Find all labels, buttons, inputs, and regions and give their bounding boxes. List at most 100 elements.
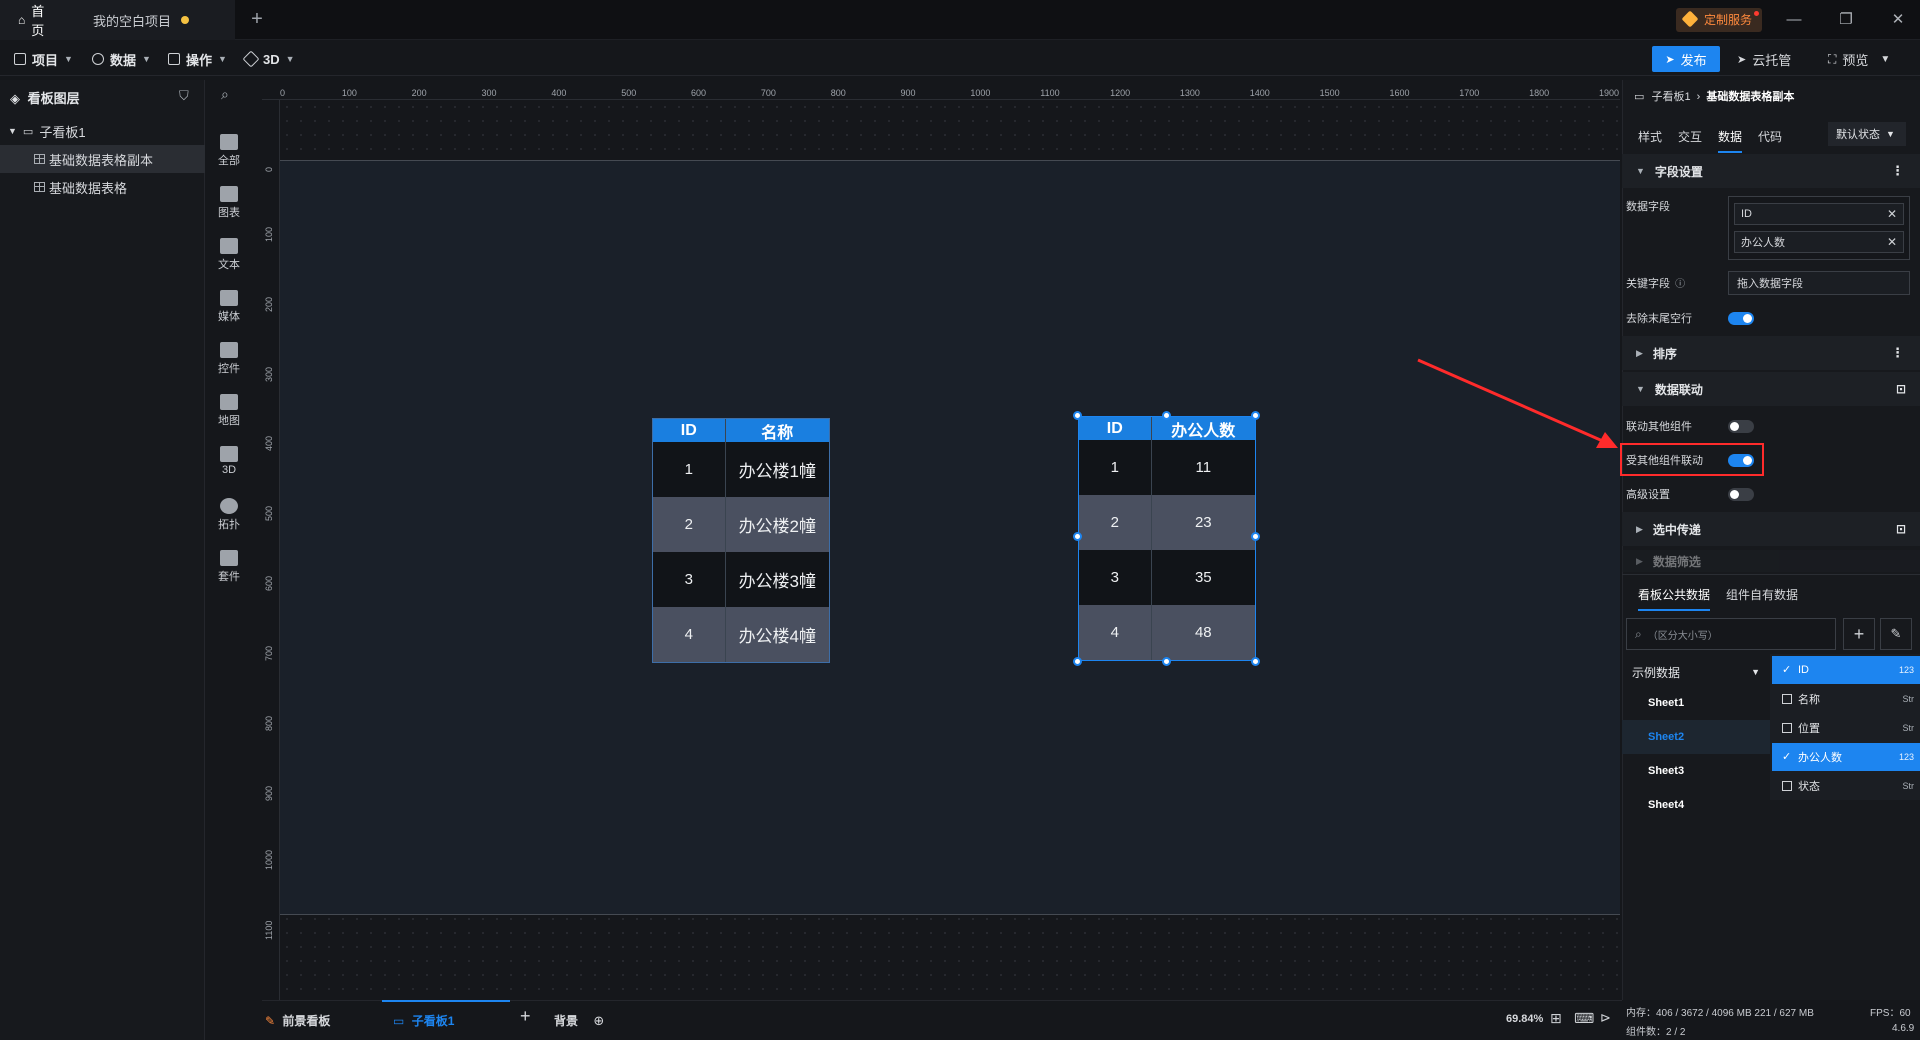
column-item[interactable]: 名称 Str — [1772, 685, 1920, 713]
add-data-button[interactable]: + — [1843, 618, 1875, 650]
column-item[interactable]: ✓ ID 123 — [1772, 656, 1920, 684]
menu-data[interactable]: 数据 ▼ — [92, 48, 151, 70]
terminal-icon[interactable]: ⊳ — [1600, 1010, 1611, 1026]
section-data-filter[interactable]: ▶ 数据筛选 — [1622, 550, 1920, 572]
menu-project[interactable]: 项目 ▼ — [14, 48, 73, 70]
keyboard-icon[interactable]: ⌨ — [1574, 1010, 1594, 1027]
ruler-tick-label: 1700 — [1459, 88, 1480, 98]
category-chart[interactable]: 图表 — [207, 186, 251, 220]
tab-project[interactable]: 我的空白项目 — [75, 0, 235, 40]
fit-screen-icon[interactable]: ⊞ — [1550, 1010, 1562, 1027]
sheet-item[interactable]: Sheet4 — [1622, 788, 1770, 822]
minimize-button[interactable]: — — [1782, 8, 1806, 32]
resize-handle[interactable] — [1073, 532, 1082, 541]
resize-handle[interactable] — [1251, 411, 1260, 420]
resize-handle[interactable] — [1073, 411, 1082, 420]
category-text[interactable]: 文本 — [207, 238, 251, 272]
tab-code[interactable]: 代码 — [1758, 128, 1782, 145]
add-tab-button[interactable]: + — [245, 8, 269, 32]
restore-button[interactable]: ❐ — [1834, 8, 1858, 32]
sheet-item[interactable]: Sheet1 — [1622, 686, 1770, 720]
caret-right-icon: ▶ — [1636, 523, 1643, 534]
state-select[interactable]: 默认状态 ▼ — [1828, 122, 1906, 146]
layer-item-table[interactable]: 基础数据表格 — [0, 173, 205, 201]
dataset-select[interactable]: 示例数据 ▼ — [1626, 660, 1766, 684]
lock-icon[interactable]: ⊡ — [1896, 382, 1906, 396]
layer-item-table-copy[interactable]: 基础数据表格副本 — [0, 145, 205, 173]
ruler-tick-label: 400 — [551, 88, 567, 98]
cloud-host-button[interactable]: ➤ 云托管 — [1737, 46, 1791, 72]
key-field-dropzone[interactable]: 拖入数据字段 — [1728, 271, 1910, 295]
tab-own-data[interactable]: 组件自有数据 — [1726, 586, 1798, 603]
board-canvas[interactable] — [280, 160, 1620, 915]
data-table-original[interactable]: ID 名称 1 办公楼1幢 2 办公楼2幢 3 办公楼3幢 4 办公楼4幢 — [652, 418, 830, 663]
tab-interaction[interactable]: 交互 — [1678, 128, 1702, 145]
filter-icon[interactable]: ⛉ — [179, 88, 189, 104]
caret-down-icon: ▼ — [1636, 384, 1645, 394]
help-icon[interactable]: ⓘ — [1675, 279, 1685, 290]
remove-icon[interactable]: ✕ — [1887, 235, 1897, 249]
ruler-tick-label: 1600 — [1389, 88, 1410, 98]
category-topology[interactable]: 拓扑 — [207, 498, 251, 532]
data-field-chip[interactable]: 办公人数 ✕ — [1734, 231, 1904, 253]
lock-icon[interactable]: ⊡ — [1896, 522, 1906, 536]
category-3d[interactable]: 3D — [207, 446, 251, 476]
column-item[interactable]: 状态 Str — [1772, 772, 1920, 800]
column-item[interactable]: 位置 Str — [1772, 714, 1920, 742]
more-icon[interactable]: ⋮ — [1891, 163, 1904, 179]
category-all[interactable]: 全部 — [207, 134, 251, 168]
category-media[interactable]: 媒体 — [207, 290, 251, 324]
tab-home[interactable]: ⌂ 首页 — [0, 0, 75, 40]
resize-handle[interactable] — [1251, 532, 1260, 541]
ruler-tick-label: 1500 — [1319, 88, 1340, 98]
section-selected-pass[interactable]: ▶ 选中传递 ⊡ — [1622, 512, 1920, 546]
tab-style[interactable]: 样式 — [1638, 128, 1662, 145]
add-board-button[interactable]: + — [520, 1006, 531, 1027]
link-other-label: 联动其他组件 — [1626, 421, 1692, 433]
resize-handle[interactable] — [1162, 657, 1171, 666]
search-input[interactable]: ⌕ （区分大小写） — [1626, 618, 1836, 650]
category-kit[interactable]: 套件 — [207, 550, 251, 584]
section-sort[interactable]: ▶ 排序 ⋮ — [1622, 336, 1920, 370]
table-cell: 1 — [653, 442, 726, 497]
data-field-chip[interactable]: ID ✕ — [1734, 203, 1904, 225]
menu-operation[interactable]: 操作 ▼ — [168, 48, 227, 70]
resize-handle[interactable] — [1073, 657, 1082, 666]
layer-panel-title: ◈ 看板图层 — [10, 88, 80, 107]
layer-group-row[interactable]: ▼ ▭ 子看板1 — [0, 117, 205, 145]
sheet-item[interactable]: Sheet2 — [1622, 720, 1770, 754]
publish-button[interactable]: ➤ 发布 — [1652, 46, 1720, 72]
section-field-settings[interactable]: ▼ 字段设置 ⋮ — [1622, 154, 1920, 188]
category-label: 全部 — [218, 155, 240, 167]
remove-icon[interactable]: ✕ — [1887, 207, 1897, 221]
add-circle-icon[interactable]: ⊕ — [593, 1013, 604, 1028]
menu-3d[interactable]: 3D ▼ — [242, 48, 295, 70]
preview-button[interactable]: ⛶ 预览 ▼ — [1828, 46, 1890, 72]
sheet-item[interactable]: Sheet3 — [1622, 754, 1770, 788]
send-icon: ➤ — [1665, 53, 1675, 66]
more-icon[interactable]: ⋮ — [1891, 345, 1904, 361]
tab-data[interactable]: 数据 — [1718, 128, 1743, 153]
column-item[interactable]: ✓ 办公人数 123 — [1772, 743, 1920, 771]
resize-handle[interactable] — [1162, 411, 1171, 420]
zoom-level[interactable]: 69.84% — [1506, 1013, 1543, 1025]
sub-board-tab[interactable]: ▭ 子看板1 — [393, 1012, 454, 1029]
category-control[interactable]: 控件 — [207, 342, 251, 376]
resize-handle[interactable] — [1251, 657, 1260, 666]
breadcrumb-parent[interactable]: 子看板1 — [1651, 91, 1690, 103]
advanced-settings-label: 高级设置 — [1626, 489, 1670, 501]
edit-icon[interactable]: ✎ — [1880, 618, 1912, 650]
advanced-settings-toggle[interactable] — [1728, 488, 1754, 501]
remove-empty-toggle[interactable] — [1728, 312, 1754, 325]
category-map[interactable]: 地图 — [207, 394, 251, 428]
data-table-copy[interactable]: ID 办公人数 1 11 2 23 3 35 4 48 — [1078, 416, 1256, 661]
link-other-toggle[interactable] — [1728, 420, 1754, 433]
custom-service-button[interactable]: 定制服务 — [1676, 8, 1763, 32]
close-button[interactable]: ✕ — [1886, 8, 1910, 32]
foreground-board-tab[interactable]: ✎ 前景看板 — [265, 1012, 330, 1029]
tab-public-data[interactable]: 看板公共数据 — [1638, 586, 1711, 611]
background-tab[interactable]: 背景 ⊕ — [554, 1012, 604, 1029]
section-data-linkage[interactable]: ▼ 数据联动 ⊡ — [1622, 372, 1920, 406]
search-icon[interactable]: ⌕ — [221, 86, 229, 103]
board-icon: ▭ — [393, 1014, 405, 1028]
